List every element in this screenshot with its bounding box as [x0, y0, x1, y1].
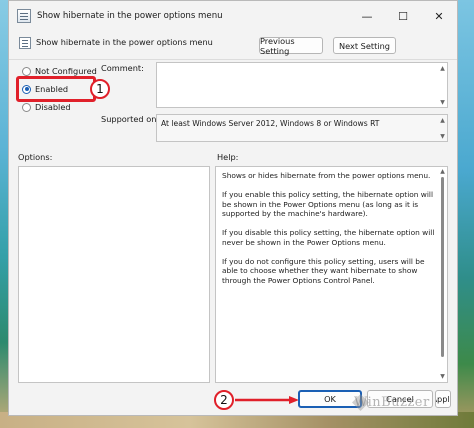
supported-on-field: At least Windows Server 2012, Windows 8 … [156, 114, 448, 142]
arrow-annotation-icon [235, 396, 299, 404]
scroll-down-icon[interactable]: ▼ [439, 99, 446, 106]
policy-app-icon [17, 9, 31, 23]
header-divider [9, 59, 457, 60]
help-paragraph: If you do not configure this policy sett… [222, 256, 425, 286]
options-label: Options: [18, 152, 53, 162]
radio-not-configured-label: Not Configured [35, 66, 97, 76]
previous-setting-button[interactable]: Previous Setting [259, 36, 323, 56]
scroll-up-icon[interactable]: ▲ [439, 65, 446, 72]
help-label: Help: [217, 152, 239, 162]
step-1-badge: 1 [90, 79, 110, 99]
help-paragraph: If you disable this policy setting, the … [222, 228, 435, 247]
maximize-button[interactable]: ☐ [385, 1, 421, 31]
next-setting-button[interactable]: Next Setting [333, 37, 396, 54]
desktop-wallpaper-right [458, 0, 474, 428]
comment-scrollbar[interactable]: ▲ ▼ [438, 63, 447, 107]
watermark-text: WinBuzzer [354, 395, 430, 410]
help-scrollbar[interactable]: ▲ ▼ [438, 167, 447, 382]
step-2-badge: 2 [214, 390, 234, 410]
policy-dialog: Show hibernate in the power options menu… [8, 0, 458, 416]
apply-button[interactable]: Apply [435, 390, 451, 408]
supported-on-label: Supported on: [101, 114, 160, 124]
help-panel: Shows or hides hibernate from the power … [215, 166, 448, 383]
window-title: Show hibernate in the power options menu [37, 11, 223, 21]
scroll-down-icon[interactable]: ▼ [439, 133, 446, 140]
scroll-up-icon[interactable]: ▲ [439, 168, 446, 175]
help-paragraph: If you enable this policy setting, the h… [222, 189, 434, 219]
supported-scrollbar[interactable]: ▲ ▼ [438, 115, 447, 141]
policy-name: Show hibernate in the power options menu [36, 37, 213, 47]
scroll-down-icon[interactable]: ▼ [439, 373, 446, 380]
enabled-highlight-annotation [16, 76, 96, 102]
minimize-button[interactable]: — [349, 1, 385, 31]
close-button[interactable]: ✕ [421, 1, 457, 31]
options-panel [18, 166, 210, 383]
supported-on-value: At least Windows Server 2012, Windows 8 … [161, 119, 380, 128]
radio-disabled-label: Disabled [35, 102, 71, 112]
scroll-thumb[interactable] [441, 177, 444, 357]
radio-not-configured-circle[interactable] [22, 66, 31, 76]
radio-disabled-circle[interactable] [22, 102, 31, 112]
title-bar[interactable]: Show hibernate in the power options menu… [9, 1, 457, 31]
help-paragraph: Shows or hides hibernate from the power … [222, 171, 431, 180]
comment-label: Comment: [101, 63, 144, 73]
comment-field[interactable]: ▲ ▼ [156, 62, 448, 108]
policy-setting-icon [19, 37, 31, 49]
radio-disabled[interactable]: Disabled [22, 102, 71, 112]
radio-not-configured[interactable]: Not Configured [22, 66, 97, 76]
scroll-up-icon[interactable]: ▲ [439, 117, 446, 124]
